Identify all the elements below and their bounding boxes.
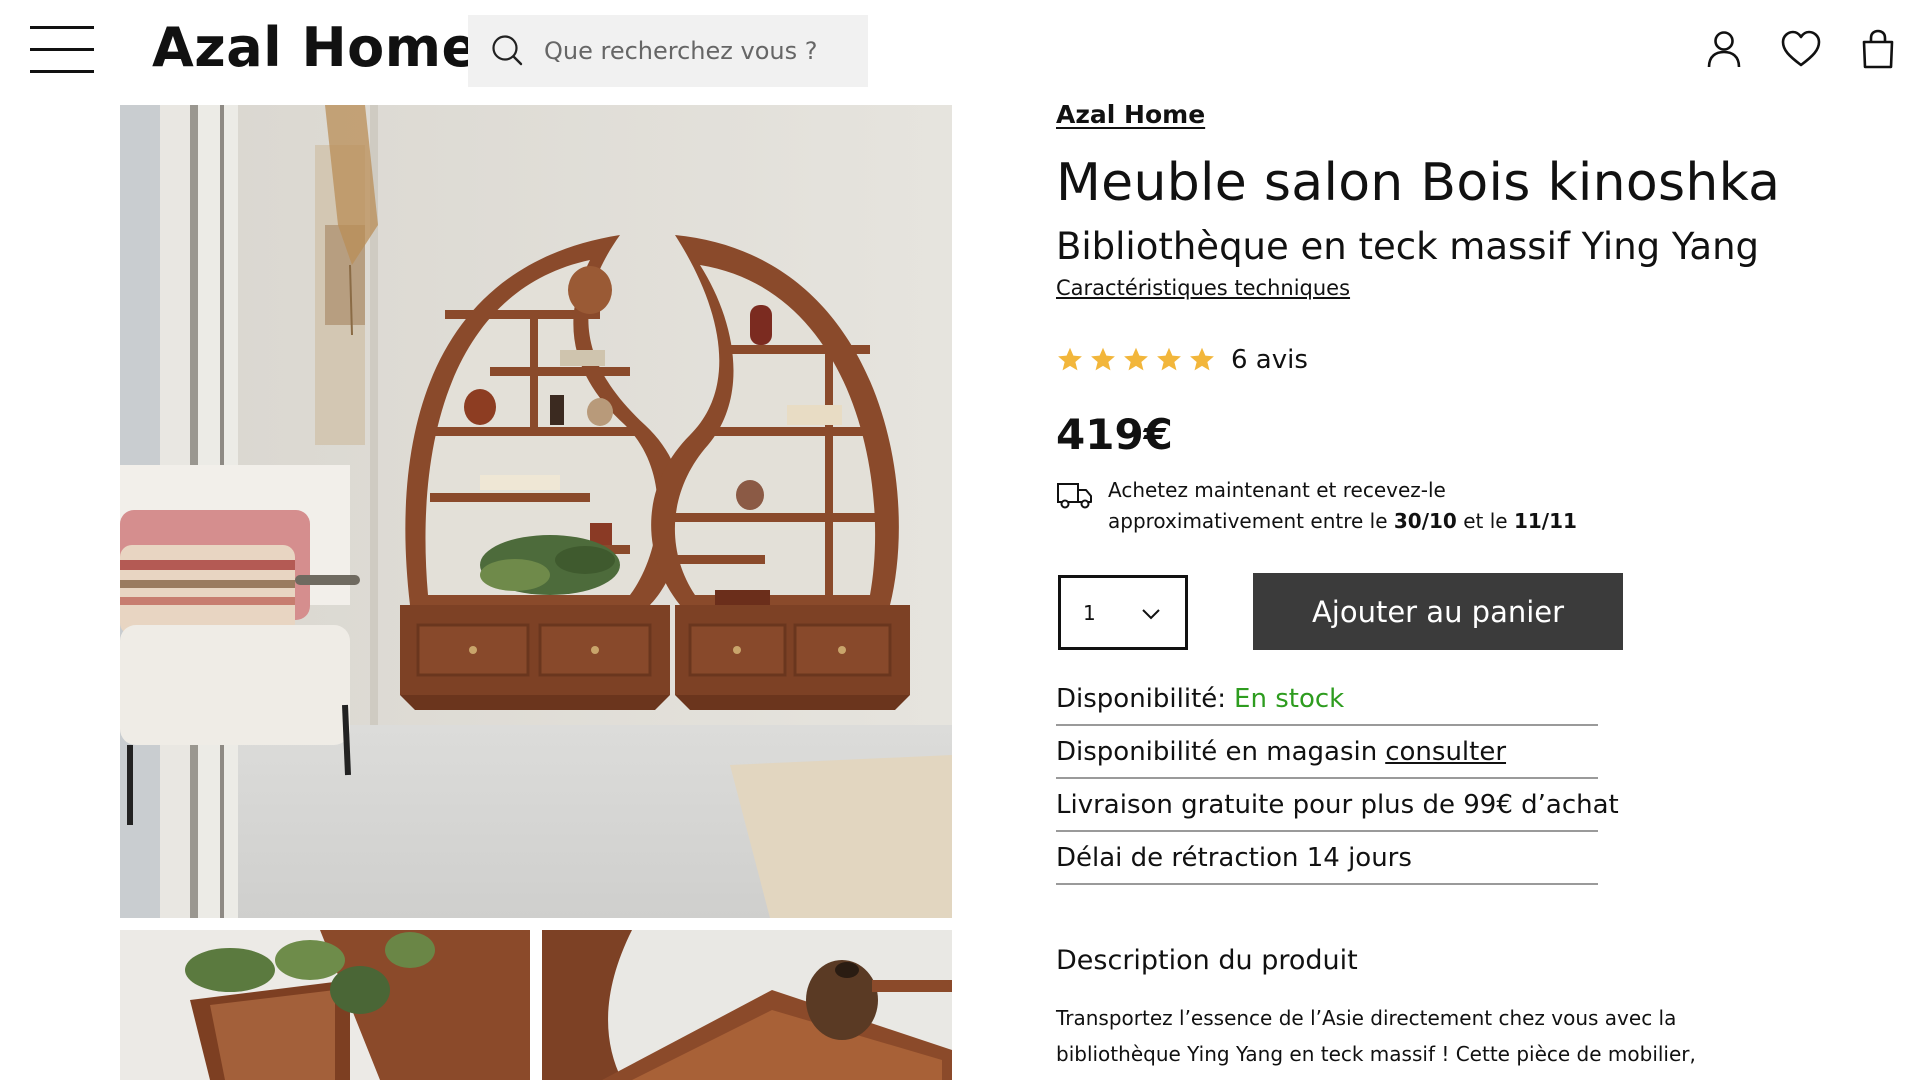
retraction-row: Délai de rétraction 14 jours bbox=[1056, 832, 1598, 885]
product-title: Meuble salon Bois kinoshka bbox=[1056, 153, 1781, 213]
in-stock-status: En stock bbox=[1234, 683, 1345, 714]
product-thumbnail-2[interactable] bbox=[542, 930, 952, 1080]
delivery-line-2: approximativement entre le 30/10 et le 1… bbox=[1108, 506, 1577, 537]
store-availability-label: Disponibilité en magasin bbox=[1056, 736, 1378, 767]
free-shipping-text: Livraison gratuite pour plus de 99€ d’ac… bbox=[1056, 789, 1619, 820]
site-logo[interactable]: Azal Home bbox=[152, 16, 479, 79]
description-text: Transportez l’essence de l’Asie directem… bbox=[1056, 1006, 1745, 1080]
product-rating[interactable]: 6 avis bbox=[1056, 340, 1308, 380]
search-bar[interactable] bbox=[468, 15, 868, 87]
delivery-text: Achetez maintenant et recevez-le approxi… bbox=[1108, 475, 1577, 537]
store-availability-row: Disponibilité en magasin consulter bbox=[1056, 726, 1598, 779]
star-icon bbox=[1124, 347, 1148, 371]
star-icon bbox=[1190, 347, 1214, 371]
menu-icon[interactable] bbox=[30, 26, 94, 74]
delivery-mid: et le bbox=[1456, 509, 1514, 533]
free-shipping-row: Livraison gratuite pour plus de 99€ d’ac… bbox=[1056, 779, 1619, 832]
product-price: 419€ bbox=[1056, 410, 1173, 459]
store-availability-link[interactable]: consulter bbox=[1385, 737, 1506, 767]
availability-label: Disponibilité: bbox=[1056, 683, 1227, 714]
quantity-value: 1 bbox=[1083, 600, 1096, 625]
reviews-count-link[interactable]: 6 avis bbox=[1231, 345, 1308, 375]
product-subtitle: Bibliothèque en teck massif Ying Yang bbox=[1056, 225, 1760, 268]
description-heading: Description du produit bbox=[1056, 945, 1358, 976]
availability-row: Disponibilité: En stock bbox=[1056, 673, 1598, 726]
product-info-list: Disponibilité: En stock Disponibilité en… bbox=[1056, 673, 1619, 885]
delivery-prefix: approximativement entre le bbox=[1108, 509, 1394, 533]
technical-specs-link[interactable]: Caractéristiques techniques bbox=[1056, 276, 1350, 300]
product-thumbnail-1[interactable] bbox=[120, 930, 530, 1080]
star-icon bbox=[1157, 347, 1181, 371]
star-icon bbox=[1058, 347, 1082, 371]
wishlist-heart-icon[interactable] bbox=[1780, 28, 1822, 70]
delivery-estimate: Achetez maintenant et recevez-le approxi… bbox=[1056, 475, 1616, 537]
site-header: Azal Home bbox=[0, 0, 1920, 100]
brand-link[interactable]: Azal Home bbox=[1056, 100, 1205, 129]
search-input[interactable] bbox=[544, 37, 844, 65]
star-icon bbox=[1091, 347, 1115, 371]
shopping-bag-icon[interactable] bbox=[1858, 28, 1898, 70]
chevron-down-icon bbox=[1142, 609, 1160, 620]
delivery-date-from: 30/10 bbox=[1393, 509, 1457, 533]
retraction-text: Délai de rétraction 14 jours bbox=[1056, 842, 1412, 873]
delivery-date-to: 11/11 bbox=[1513, 509, 1577, 533]
account-icon[interactable] bbox=[1704, 28, 1744, 70]
delivery-line-1: Achetez maintenant et recevez-le bbox=[1108, 478, 1446, 502]
search-icon[interactable] bbox=[490, 33, 526, 69]
delivery-truck-icon bbox=[1057, 483, 1092, 509]
quantity-select[interactable]: 1 bbox=[1058, 575, 1188, 650]
add-to-cart-button[interactable]: Ajouter au panier bbox=[1253, 573, 1623, 650]
product-main-image[interactable] bbox=[120, 105, 952, 918]
